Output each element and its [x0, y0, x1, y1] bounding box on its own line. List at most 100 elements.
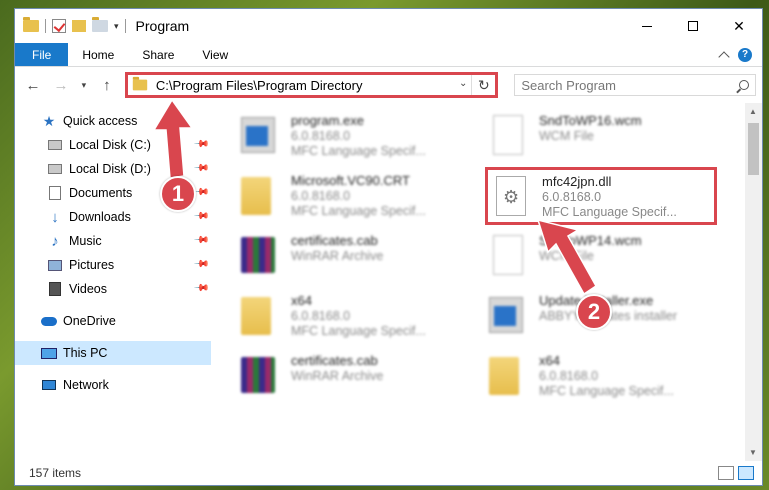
status-bar: 157 items: [15, 461, 762, 485]
tiles-view-icon[interactable]: [738, 466, 754, 480]
file-name: certificates.cab: [291, 233, 378, 248]
list-item[interactable]: x64 6.0.8168.0 MFC Language Specif...: [235, 291, 465, 349]
explorer-window: ▾ Program ✕ File Home Share View ? ← → ▾…: [14, 8, 763, 486]
ribbon-right: ?: [718, 43, 762, 66]
tab-view[interactable]: View: [188, 43, 242, 66]
explorer-body: Quick access Local Disk (C:) 📌 Local Dis…: [15, 103, 762, 461]
close-button[interactable]: ✕: [716, 9, 762, 43]
nav-label: Downloads: [69, 210, 131, 224]
highlighted-file-item[interactable]: mfc42jpn.dll 6.0.8168.0 MFC Language Spe…: [485, 167, 717, 225]
nav-label: Documents: [69, 186, 133, 200]
help-icon[interactable]: ?: [738, 47, 752, 62]
pin-icon[interactable]: 📌: [192, 160, 209, 177]
file-icon: [493, 235, 523, 275]
nav-quick-access[interactable]: Quick access: [15, 109, 211, 133]
title-bar: ▾ Program ✕: [15, 9, 762, 43]
file-name: certificates.cab: [291, 353, 378, 368]
minimize-button[interactable]: [624, 9, 670, 43]
list-item[interactable]: program.exe 6.0.8168.0 MFC Language Spec…: [235, 111, 465, 169]
nav-onedrive[interactable]: OneDrive: [15, 309, 211, 333]
file-name: mfc42jpn.dll: [542, 174, 612, 189]
nav-label: Quick access: [63, 114, 138, 128]
nav-label: Local Disk (D:): [69, 162, 151, 176]
pin-icon[interactable]: 📌: [192, 232, 209, 249]
rar-icon: [241, 237, 275, 273]
file-name: SndToWP16.wcm: [539, 113, 642, 128]
address-bar[interactable]: C:\Program Files\Program Directory ⌄ ↻: [124, 72, 499, 98]
new-folder-icon[interactable]: [72, 20, 86, 32]
file-name: x64: [291, 293, 312, 308]
maximize-button[interactable]: [670, 9, 716, 43]
back-button[interactable]: ←: [21, 73, 45, 97]
folder-icon: [489, 357, 519, 395]
folder-icon: [132, 76, 148, 91]
address-path[interactable]: C:\Program Files\Program Directory: [156, 78, 363, 93]
file-name: Microsoft.VC90.CRT: [291, 173, 410, 188]
search-box[interactable]: [514, 74, 757, 96]
vertical-scrollbar[interactable]: ▲ ▼: [745, 103, 762, 461]
exe-icon: [241, 117, 275, 153]
view-toggle: [718, 466, 762, 480]
scroll-thumb[interactable]: [748, 123, 759, 175]
tab-file[interactable]: File: [15, 43, 69, 66]
navigation-pane: Quick access Local Disk (C:) 📌 Local Dis…: [15, 103, 211, 461]
file-meta: MFC Language Specif...: [539, 384, 674, 398]
disk-icon: [48, 140, 62, 150]
scroll-down-icon[interactable]: ▼: [749, 448, 757, 457]
file-meta: WinRAR Archive: [291, 369, 384, 383]
expand-ribbon-icon[interactable]: [718, 50, 730, 63]
nav-music[interactable]: Music 📌: [15, 229, 211, 253]
list-item[interactable]: Microsoft.VC90.CRT 6.0.8168.0 MFC Langua…: [235, 171, 465, 229]
chevron-down-icon[interactable]: ▾: [114, 21, 119, 32]
nav-pictures[interactable]: Pictures 📌: [15, 253, 211, 277]
tab-share[interactable]: Share: [128, 43, 188, 66]
folder-icon[interactable]: [92, 17, 108, 32]
annotation-badge-1: 1: [160, 176, 196, 212]
pin-icon[interactable]: 📌: [192, 208, 209, 225]
details-view-icon[interactable]: [718, 466, 734, 480]
tab-home[interactable]: Home: [68, 43, 128, 66]
up-button[interactable]: ↑: [95, 73, 119, 97]
nav-videos[interactable]: Videos 📌: [15, 277, 211, 301]
search-input[interactable]: [521, 77, 740, 93]
window-controls: ✕: [624, 9, 762, 43]
pin-icon[interactable]: 📌: [192, 136, 209, 153]
divider: [124, 19, 126, 33]
forward-button[interactable]: →: [49, 73, 73, 97]
pin-icon[interactable]: 📌: [192, 280, 209, 297]
file-meta: WCM File: [539, 129, 594, 143]
list-item[interactable]: certificates.cab WinRAR Archive: [235, 351, 465, 409]
nav-network[interactable]: Network: [15, 373, 211, 397]
chevron-down-icon[interactable]: ⌄: [459, 78, 467, 89]
search-icon[interactable]: [739, 80, 750, 90]
file-meta: WCM File: [539, 249, 594, 263]
disk-icon: [48, 164, 62, 174]
list-item[interactable]: SndToWP16.wcm WCM File: [483, 111, 713, 169]
item-count: 157 items: [29, 466, 82, 480]
file-icon: [493, 115, 523, 155]
file-meta: 6.0.8168.0: [291, 189, 351, 203]
file-meta: 6.0.8168.0: [539, 369, 599, 383]
list-item[interactable]: SndToWP14.wcm WCM File: [483, 231, 713, 289]
file-meta: MFC Language Specif...: [542, 205, 677, 219]
refresh-button[interactable]: ↻: [471, 75, 495, 95]
pc-icon: [41, 347, 57, 359]
minimize-icon: [642, 25, 652, 27]
properties-check-icon[interactable]: [52, 19, 66, 33]
nav-label: OneDrive: [63, 314, 116, 328]
list-item[interactable]: certificates.cab WinRAR Archive: [235, 231, 465, 289]
nav-local-disk-c[interactable]: Local Disk (C:) 📌: [15, 133, 211, 157]
nav-label: Local Disk (C:): [69, 138, 151, 152]
recent-locations-button[interactable]: ▾: [77, 73, 91, 97]
file-meta: MFC Language Specif...: [291, 144, 426, 158]
nav-label: Music: [69, 234, 102, 248]
file-meta: MFC Language Specif...: [291, 204, 426, 218]
network-icon: [42, 380, 56, 390]
nav-this-pc[interactable]: This PC: [15, 341, 211, 365]
dll-icon: [496, 176, 526, 216]
pin-icon[interactable]: 📌: [192, 256, 209, 273]
list-item[interactable]: x64 6.0.8168.0 MFC Language Specif...: [483, 351, 713, 409]
file-meta: 6.0.8168.0: [291, 309, 351, 323]
maximize-icon: [688, 21, 698, 31]
scroll-up-icon[interactable]: ▲: [749, 107, 757, 116]
